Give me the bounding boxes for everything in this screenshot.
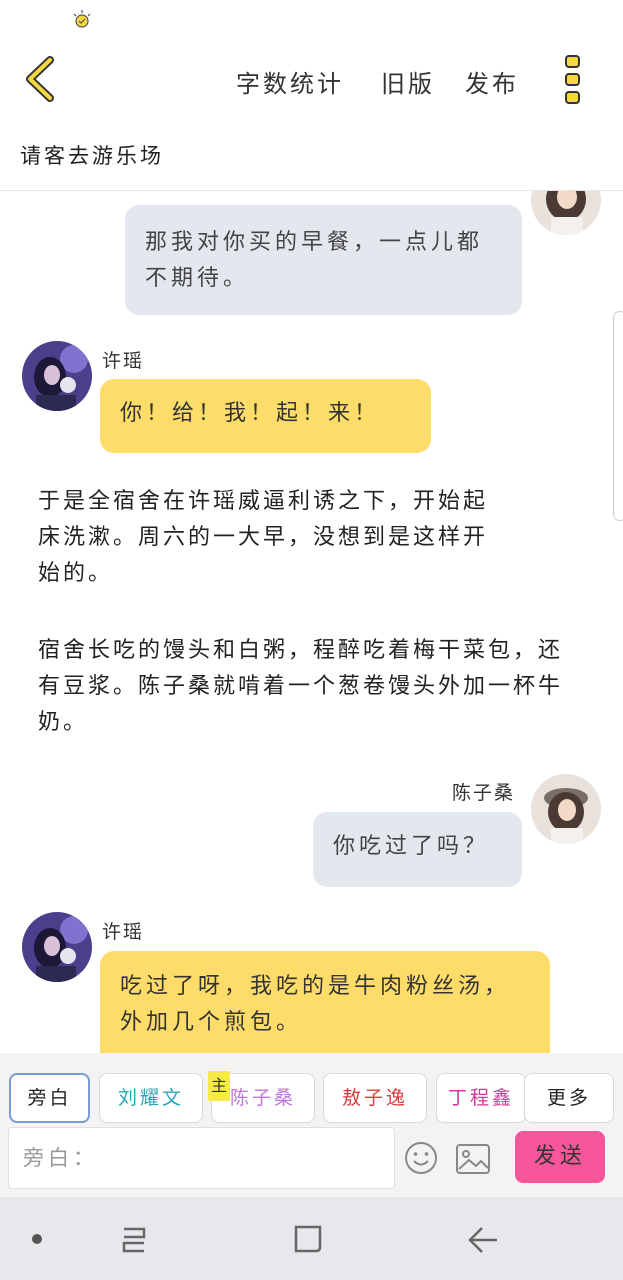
message-bubble-right[interactable]: 你吃过了吗？ (313, 812, 522, 887)
character-label: 丁程鑫 (447, 1087, 514, 1109)
message-bubble-left[interactable]: 吃过了呀，我吃的是牛肉粉丝汤，外加几个煎包。 (100, 951, 550, 1053)
image-icon (456, 1144, 490, 1174)
scroll-handle[interactable] (613, 311, 623, 521)
dot-icon[interactable] (31, 1233, 43, 1245)
notification-lightbulb-icon (70, 8, 94, 32)
character-liu-yaowen-button[interactable]: 刘耀文 (99, 1073, 203, 1123)
system-navigation-bar (0, 1197, 623, 1280)
character-selector: 旁白 刘耀文 陈子桑 敖子逸 丁程鑫 更多 (0, 1053, 623, 1125)
character-label: 陈子桑 (229, 1087, 296, 1109)
composer: 旁白： 发送 (0, 1125, 623, 1197)
host-badge: 主 (208, 1071, 230, 1101)
back-button[interactable] (18, 54, 62, 104)
avatar-xu-yao[interactable] (22, 341, 92, 411)
avatar-chen-zisang[interactable] (531, 191, 601, 235)
more-menu-button[interactable] (556, 52, 590, 108)
home-icon[interactable] (292, 1223, 324, 1255)
narration-paragraph[interactable]: 宿舍长吃的馒头和白粥，程醉吃着梅干菜包，还有豆浆。陈子桑就啃着一个葱卷馒头外加一… (38, 633, 568, 741)
character-label: 旁白 (27, 1087, 72, 1109)
publish-button[interactable]: 发布 (465, 64, 519, 99)
recent-apps-icon[interactable] (118, 1225, 150, 1255)
message-bubble-right[interactable]: 那我对你买的早餐，一点儿都不期待。 (125, 205, 522, 315)
story-content[interactable]: 那我对你买的早餐，一点儿都不期待。 许瑶 你！给！我！起！来！ 于是全宿舍在许瑶… (0, 191, 623, 1053)
message-input[interactable]: 旁白： (8, 1127, 395, 1189)
character-ao-ziyi-button[interactable]: 敖子逸 (323, 1073, 427, 1123)
old-version-button[interactable]: 旧版 (381, 64, 435, 99)
emoji-button[interactable] (404, 1141, 438, 1175)
more-vertical-icon (565, 55, 580, 104)
avatar-chen-zisang[interactable] (531, 774, 601, 844)
chevron-left-icon (26, 56, 54, 102)
speaker-name: 许瑶 (102, 350, 145, 372)
character-label: 敖子逸 (341, 1087, 408, 1109)
top-bar: 字数统计 旧版 发布 (0, 40, 623, 120)
speaker-name: 许瑶 (102, 921, 145, 943)
narration-paragraph[interactable]: 于是全宿舍在许瑶威逼利诱之下，开始起床洗漱。周六的一大早，没想到是这样开始的。 (38, 484, 508, 592)
character-label: 更多 (546, 1087, 591, 1109)
message-bubble-left[interactable]: 你！给！我！起！来！ (100, 379, 431, 453)
character-label: 刘耀文 (117, 1087, 184, 1109)
avatar-xu-yao[interactable] (22, 912, 92, 982)
send-button[interactable]: 发送 (515, 1131, 605, 1183)
character-ding-chengxin-button[interactable]: 丁程鑫 (436, 1073, 526, 1123)
word-count-button[interactable]: 字数统计 (236, 64, 344, 99)
character-narrator-button[interactable]: 旁白 (9, 1073, 90, 1123)
story-title: 请客去游乐场 (20, 144, 164, 168)
more-characters-button[interactable]: 更多 (524, 1073, 614, 1123)
smiley-icon (405, 1142, 437, 1174)
back-arrow-icon[interactable] (466, 1225, 500, 1255)
speaker-name: 陈子桑 (452, 782, 516, 804)
insert-image-button[interactable] (455, 1143, 491, 1175)
